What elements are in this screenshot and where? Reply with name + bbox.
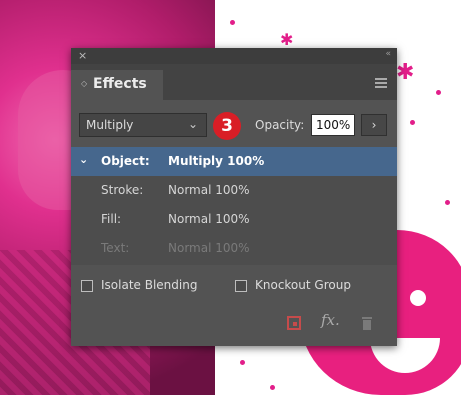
dot-decoration [410,120,415,125]
expand-arrow-icon[interactable]: ⌄ [79,153,88,166]
tab-effects[interactable]: ◇ Effects [71,70,163,100]
trash-icon[interactable] [361,316,373,330]
target-row-object[interactable]: ⌄ Object: Multiply 100% [71,147,397,176]
panel-titlebar[interactable]: × « [71,48,397,64]
clear-effects-icon[interactable] [287,316,301,330]
dot-decoration [270,385,275,390]
isolate-blending-label: Isolate Blending [101,278,198,292]
blend-mode-value: Multiply [86,118,134,132]
tab-expand-icon[interactable]: ◇ [81,79,87,88]
blend-mode-select[interactable]: Multiply ⌄ [79,113,207,137]
opacity-slider-button[interactable]: › [361,114,387,136]
knockout-group-checkbox[interactable] [235,280,247,292]
opacity-input[interactable]: 100% [311,114,355,136]
dot-decoration [240,360,245,365]
chevron-down-icon: ⌄ [187,117,198,131]
target-row-stroke[interactable]: Stroke: Normal 100% [71,176,397,205]
target-value: Normal 100% [168,241,250,255]
knockout-group-label: Knockout Group [255,278,351,292]
effect-target-list: ⌄ Object: Multiply 100% Stroke: Normal 1… [71,147,397,265]
dot-decoration [436,90,441,95]
fx-icon[interactable]: fx. [321,311,340,329]
close-icon[interactable]: × [78,49,87,62]
tab-effects-label: Effects [93,76,147,92]
character-eye [410,290,426,306]
opacity-label: Opacity: [255,118,305,132]
star-decoration: ✱ [280,30,294,49]
target-name: Text: [101,241,130,255]
dot-decoration [445,200,450,205]
target-name: Fill: [101,212,122,226]
panel-menu-icon[interactable] [375,78,387,90]
isolate-blending-checkbox[interactable] [81,280,93,292]
dot-decoration [230,20,235,25]
star-decoration: ✱ [396,60,415,85]
target-name: Object: [101,154,150,168]
panel-tab-row: ◇ Effects [71,64,397,100]
effects-panel: × « ◇ Effects Multiply ⌄ 3 Opacity: 100%… [71,48,397,346]
target-value: Normal 100% [168,212,250,226]
target-name: Stroke: [101,183,144,197]
step-number-badge: 3 [213,112,241,140]
collapse-icon[interactable]: « [385,49,390,59]
target-value: Normal 100% [168,183,250,197]
opacity-value: 100% [316,118,351,132]
target-row-text: Text: Normal 100% [71,234,397,263]
target-value: Multiply 100% [168,154,265,168]
target-row-fill[interactable]: Fill: Normal 100% [71,205,397,234]
